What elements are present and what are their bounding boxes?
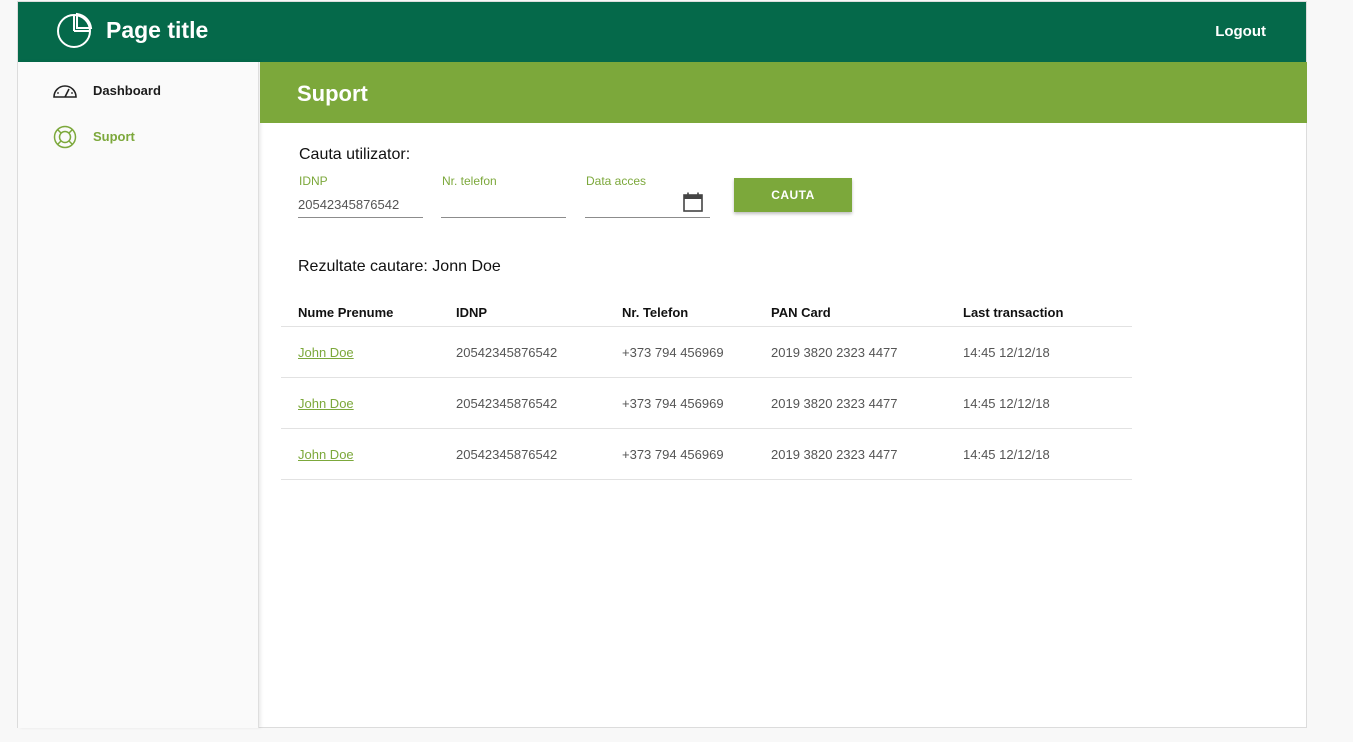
section-title: Suport [297, 81, 368, 106]
sidebar-item-label: Dashboard [93, 83, 161, 98]
idnp-cell: 20542345876542 [456, 396, 558, 411]
column-header: Nr. Telefon [622, 305, 689, 320]
search-button[interactable]: CAUTA [734, 178, 852, 212]
app-window: Page title Logout Dashboard Suport Supor… [17, 1, 1307, 728]
idnp-input[interactable] [298, 192, 423, 218]
phone-field: Nr. telefon [441, 172, 566, 218]
pan-card-cell: 2019 3820 2323 4477 [771, 345, 898, 360]
last-transaction-cell: 14:45 12/12/18 [963, 396, 1050, 411]
pie-chart-icon [57, 12, 93, 48]
table-row: John Doe 20542345876542 +373 794 456969 … [281, 378, 1132, 429]
top-app-bar: Page title Logout [18, 2, 1306, 62]
user-name-link[interactable]: John Doe [298, 447, 354, 462]
page-title: Page title [106, 17, 209, 43]
user-name-link[interactable]: John Doe [298, 396, 354, 411]
idnp-cell: 20542345876542 [456, 345, 558, 360]
search-heading: Cauta utilizator: [299, 146, 411, 163]
column-header: PAN Card [771, 305, 831, 320]
table-row: John Doe 20542345876542 +373 794 456969 … [281, 327, 1132, 378]
section-header: Suport [260, 62, 1307, 123]
phone-cell: +373 794 456969 [622, 447, 724, 462]
user-name-link[interactable]: John Doe [298, 345, 354, 360]
speedometer-icon [53, 85, 77, 98]
table-row: John Doe 20542345876542 +373 794 456969 … [281, 429, 1132, 480]
results-heading: Rezultate cautare: Jonn Doe [298, 258, 501, 275]
phone-cell: +373 794 456969 [622, 396, 724, 411]
last-transaction-cell: 14:45 12/12/18 [963, 447, 1050, 462]
phone-label: Nr. telefon [442, 174, 497, 188]
sidebar-item-suport[interactable]: Suport [18, 119, 258, 155]
sidebar-item-label: Suport [93, 129, 135, 144]
phone-cell: +373 794 456969 [622, 345, 724, 360]
results-table: Nume Prenume IDNP Nr. Telefon PAN Card L… [281, 299, 1132, 480]
table-header: Nume Prenume IDNP Nr. Telefon PAN Card L… [281, 299, 1132, 327]
idnp-field: IDNP [298, 172, 423, 218]
column-header: Last transaction [963, 305, 1064, 320]
sidebar: Dashboard Suport [18, 62, 259, 728]
phone-input[interactable] [441, 192, 566, 218]
lifebuoy-icon [53, 125, 77, 149]
pan-card-cell: 2019 3820 2323 4477 [771, 396, 898, 411]
date-label: Data acces [586, 174, 647, 188]
idnp-label: IDNP [299, 174, 328, 188]
date-field: Data acces [585, 172, 710, 218]
logout-button[interactable]: Logout [1215, 23, 1266, 40]
calendar-icon[interactable] [682, 191, 704, 213]
sidebar-item-dashboard[interactable]: Dashboard [18, 73, 258, 109]
last-transaction-cell: 14:45 12/12/18 [963, 345, 1050, 360]
column-header: Nume Prenume [298, 305, 394, 320]
pan-card-cell: 2019 3820 2323 4477 [771, 447, 898, 462]
column-header: IDNP [456, 305, 488, 320]
idnp-cell: 20542345876542 [456, 447, 558, 462]
